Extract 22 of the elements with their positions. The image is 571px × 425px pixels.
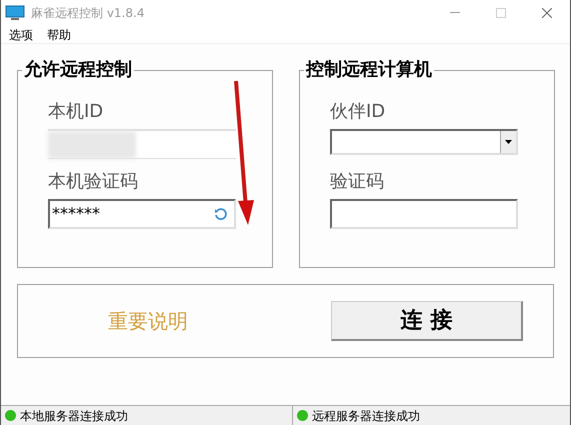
maximize-icon [496,8,506,18]
field-label: 验证码 [330,171,385,193]
field-label: 本机验证码 [48,171,139,193]
monitor-icon [5,5,25,21]
status-text: 远程服务器连接成功 [312,408,420,424]
code-field[interactable]: ****** [48,199,236,229]
window-title: 麻雀远程控制 v1.8.4 [31,5,144,22]
connect-button[interactable]: 连 接 [331,301,523,341]
field-label: 伙伴ID [330,101,386,123]
partner-dropdown[interactable] [330,129,518,155]
code-value: ****** [52,203,100,225]
status-text: 本地服务器连接成功 [20,408,128,424]
refresh-icon[interactable] [214,207,228,221]
minimize-icon [450,12,460,14]
group-title: 控制远程计算机 [304,59,434,81]
menu-item[interactable]: 选项 [9,26,33,44]
close-icon [542,8,552,18]
group-title: 允许远程控制 [22,59,134,81]
code-input-field[interactable] [330,199,518,229]
field-label: 本机ID [48,101,104,123]
menu-item[interactable]: 帮助 [47,26,71,44]
dropdown-caret-icon [505,140,512,144]
